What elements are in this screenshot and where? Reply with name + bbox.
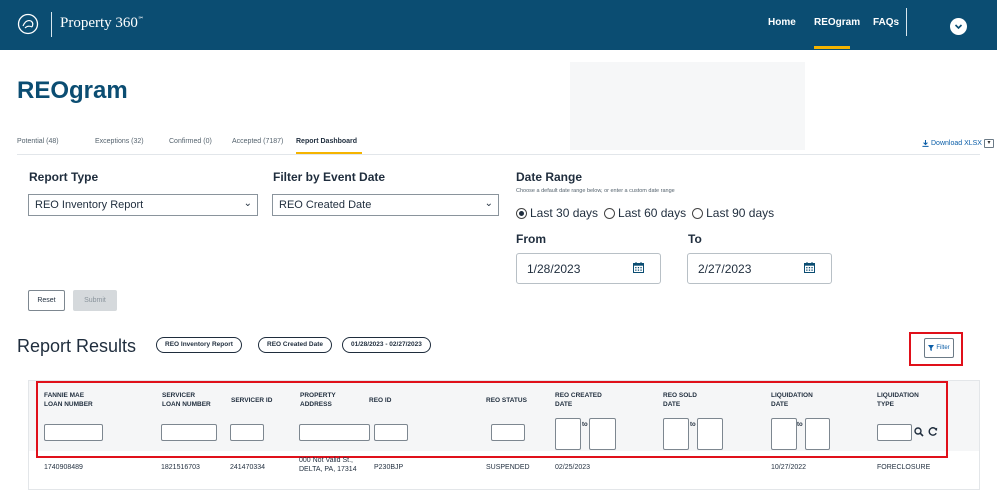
radio-last-60-days[interactable]: Last 60 days	[604, 206, 686, 220]
date-range-radio-group: Last 30 days Last 60 days Last 90 days	[516, 206, 774, 220]
report-type-select[interactable]: REO Inventory Report ⌄	[28, 194, 258, 216]
tab-accepted[interactable]: Accepted (7187)	[232, 138, 283, 145]
chevron-down-icon: ⌄	[484, 198, 493, 209]
to-date-value: 2/27/2023	[698, 262, 752, 276]
nav-reogram[interactable]: REOgram	[814, 17, 860, 28]
calendar-icon[interactable]	[633, 262, 644, 273]
tab-exceptions[interactable]: Exceptions (32)	[95, 138, 144, 145]
from-date-input[interactable]: 1/28/2023	[516, 253, 661, 284]
from-label: From	[516, 232, 546, 246]
date-range-hint: Choose a default date range below, or en…	[516, 188, 675, 194]
chevron-down-icon: ⌄	[243, 198, 252, 209]
placeholder-panel	[570, 62, 805, 150]
radio-selected-icon	[516, 207, 527, 219]
chevron-down-icon	[954, 24, 963, 30]
tab-confirmed[interactable]: Confirmed (0)	[169, 138, 212, 145]
chip-date-range: 01/28/2023 - 02/27/2023	[342, 337, 431, 353]
cell-reo-status: SUSPENDED	[486, 464, 530, 471]
radio-unselected-icon	[692, 207, 704, 219]
chip-event-date: REO Created Date	[258, 337, 332, 353]
to-label: To	[688, 232, 702, 246]
cell-liquidation-date: 10/27/2022	[771, 464, 807, 471]
submit-button[interactable]: Submit	[73, 290, 117, 311]
app-name[interactable]: Property 360℠	[60, 15, 144, 32]
to-date-input[interactable]: 2/27/2023	[687, 253, 832, 284]
filter-highlight-box	[909, 332, 963, 366]
chip-report-type: REO Inventory Report	[156, 337, 242, 353]
user-menu-button[interactable]	[950, 18, 967, 35]
property360-logo-icon	[17, 13, 39, 35]
calendar-icon[interactable]	[804, 262, 815, 273]
tab-potential[interactable]: Potential (48)	[17, 138, 59, 145]
filter-event-date-select[interactable]: REO Created Date ⌄	[272, 194, 499, 216]
filter-event-date-value: REO Created Date	[279, 199, 372, 211]
nav-faqs[interactable]: FAQs	[873, 17, 899, 28]
cell-reo-id[interactable]: P230BJP	[374, 463, 403, 472]
report-type-value: REO Inventory Report	[35, 199, 144, 211]
nav-home[interactable]: Home	[768, 17, 796, 28]
reset-button[interactable]: Reset	[28, 290, 65, 311]
download-xlsx-link[interactable]: Download XLSX ▾	[922, 139, 994, 148]
page-title: REOgram	[17, 77, 128, 104]
download-icon	[922, 140, 929, 147]
tab-report-dashboard[interactable]: Report Dashboard	[296, 138, 357, 145]
tab-divider	[17, 154, 980, 155]
nav-divider	[906, 8, 907, 36]
filter-event-date-label: Filter by Event Date	[273, 170, 386, 184]
cell-reo-created-date: 02/25/2023	[555, 464, 591, 471]
radio-unselected-icon	[604, 207, 616, 219]
cell-fannie-mae-loan: 1740908489	[44, 464, 83, 471]
cell-property-address: 000 Not Valid St., DELTA, PA, 17314	[299, 457, 357, 473]
download-label: Download XLSX	[931, 140, 982, 147]
logo-divider	[51, 12, 52, 37]
cell-liquidation-type: FORECLOSURE	[877, 464, 931, 471]
table-filter-highlight-box	[36, 381, 948, 458]
date-range-label: Date Range	[516, 170, 583, 184]
cell-servicer-id: 241470334	[230, 464, 266, 471]
radio-last-30-days[interactable]: Last 30 days	[516, 206, 598, 220]
cell-servicer-loan: 1821516703	[161, 464, 200, 471]
top-navigation-bar: Property 360℠ Home REOgram FAQs	[0, 0, 997, 50]
nav-active-indicator	[814, 46, 850, 49]
report-results-title: Report Results	[17, 336, 137, 356]
report-type-label: Report Type	[29, 170, 99, 184]
download-options-button[interactable]: ▾	[983, 139, 994, 148]
from-date-value: 1/28/2023	[527, 262, 581, 276]
radio-last-90-days[interactable]: Last 90 days	[692, 206, 774, 220]
